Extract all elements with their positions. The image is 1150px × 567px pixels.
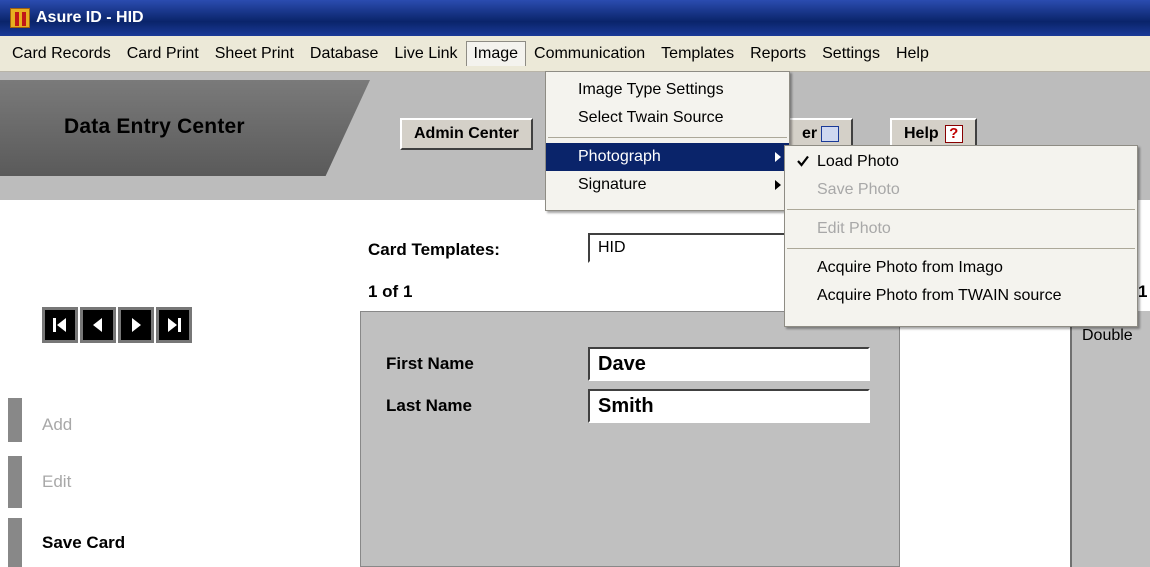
menu-templates[interactable]: Templates [653,41,742,67]
exit-label: er [802,125,818,142]
side-tab-save [8,518,22,567]
menu-settings[interactable]: Settings [814,41,888,67]
signature-label: Signature [578,176,647,193]
save-card-button[interactable]: Save Card [42,533,125,553]
menu-item-save-photo[interactable]: Save Photo [785,176,1137,204]
next-record-button[interactable] [118,307,154,343]
preview-text: Double [1082,327,1133,344]
menu-item-select-twain-source[interactable]: Select Twain Source [546,104,789,132]
load-photo-label: Load Photo [817,153,899,170]
menu-sheet-print[interactable]: Sheet Print [207,41,302,67]
record-counter: 1 of 1 [368,282,413,301]
last-record-button[interactable] [156,307,192,343]
menu-bar: Card Records Card Print Sheet Print Data… [0,36,1150,72]
card-templates-label: Card Templates: [368,240,500,259]
menu-live-link[interactable]: Live Link [386,41,465,67]
last-name-label: Last Name [386,396,472,415]
menu-item-signature[interactable]: Signature [546,171,789,199]
side-tab-add [8,398,22,442]
previous-record-icon [93,318,102,332]
menu-item-edit-photo[interactable]: Edit Photo [785,215,1137,243]
app-logo-icon [10,8,30,28]
right-counter: 1 [1138,282,1148,301]
admin-center-button[interactable]: Admin Center [400,118,533,150]
card-preview-panel: Double [1070,311,1150,567]
window-title: Asure ID - HID [36,9,144,26]
menu-item-load-photo[interactable]: Load Photo [785,148,1137,176]
menu-item-image-type-settings[interactable]: Image Type Settings [546,76,789,104]
first-record-button[interactable] [42,307,78,343]
exit-icon [821,126,840,142]
help-question-icon: ? [944,125,963,143]
menu-separator [548,137,787,138]
last-name-field[interactable]: Smith [588,389,870,423]
side-tab-edit [8,456,22,508]
next-record-icon [132,318,141,332]
edit-button[interactable]: Edit [42,472,71,492]
image-menu: Image Type Settings Select Twain Source … [545,71,790,211]
menu-reports[interactable]: Reports [742,41,814,67]
record-navigator [42,307,192,343]
previous-record-button[interactable] [80,307,116,343]
checkmark-icon [797,155,809,167]
left-panel [0,200,340,567]
photograph-submenu: Load Photo Save Photo Edit Photo Acquire… [784,145,1138,327]
admin-center-label: Admin Center [414,125,519,142]
first-record-icon [53,318,66,332]
last-record-icon [168,318,181,332]
menu-card-print[interactable]: Card Print [119,41,207,67]
menu-image[interactable]: Image [465,41,527,66]
menu-separator [787,248,1135,249]
submenu-arrow-icon [775,152,781,162]
menu-item-acquire-imago[interactable]: Acquire Photo from Imago [785,254,1137,282]
title-bar: Asure ID - HID [0,0,1150,36]
menu-database[interactable]: Database [302,41,387,67]
add-button[interactable]: Add [42,415,72,435]
menu-item-acquire-twain[interactable]: Acquire Photo from TWAIN source [785,282,1137,310]
photograph-label: Photograph [578,148,661,165]
submenu-arrow-icon [775,180,781,190]
menu-card-records[interactable]: Card Records [4,41,119,67]
first-name-label: First Name [386,354,474,373]
help-label: Help [904,125,939,142]
page-title: Data Entry Center [64,115,245,138]
menu-help[interactable]: Help [888,41,937,67]
menu-item-photograph[interactable]: Photograph [546,143,789,171]
menu-separator [787,209,1135,210]
first-name-field[interactable]: Dave [588,347,870,381]
menu-communication[interactable]: Communication [526,41,653,67]
